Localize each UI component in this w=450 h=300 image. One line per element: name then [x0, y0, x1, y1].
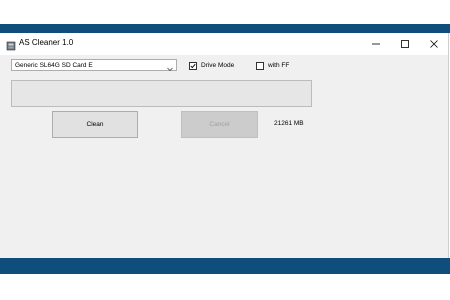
maximize-icon — [401, 40, 409, 48]
title-bar[interactable]: AS Cleaner 1.0 — [0, 33, 448, 55]
checkmark-icon — [190, 63, 196, 68]
with-ff-checkbox[interactable] — [256, 61, 264, 70]
with-ff-option[interactable]: with FF — [256, 60, 289, 71]
drive-size-label: 21261 MB — [274, 120, 304, 127]
with-ff-label: with FF — [268, 62, 290, 69]
taskbar — [0, 258, 450, 274]
minimize-button[interactable] — [362, 33, 390, 55]
drive-mode-label: Drive Mode — [201, 62, 235, 69]
screen-bottom-margin — [0, 274, 450, 300]
app-window: AS Cleaner 1.0 Generic SL64G SD Card E D… — [0, 33, 449, 258]
progress-bar — [11, 80, 312, 107]
close-icon — [430, 40, 438, 48]
maximize-button[interactable] — [391, 33, 419, 55]
drive-select[interactable]: Generic SL64G SD Card E — [11, 59, 177, 72]
clean-button[interactable]: Clean — [52, 111, 138, 138]
minimize-icon — [372, 43, 380, 45]
drive-mode-option[interactable]: Drive Mode — [189, 60, 234, 71]
desktop-background-top — [0, 24, 450, 33]
close-button[interactable] — [420, 33, 448, 55]
drive-select-value: Generic SL64G SD Card E — [15, 62, 93, 69]
app-icon — [6, 38, 16, 51]
drive-mode-checkbox[interactable] — [189, 61, 197, 70]
cancel-button[interactable]: Cancel — [181, 111, 258, 138]
chevron-down-icon[interactable] — [166, 61, 174, 72]
window-title: AS Cleaner 1.0 — [19, 38, 74, 47]
screen-top-margin — [0, 0, 450, 24]
